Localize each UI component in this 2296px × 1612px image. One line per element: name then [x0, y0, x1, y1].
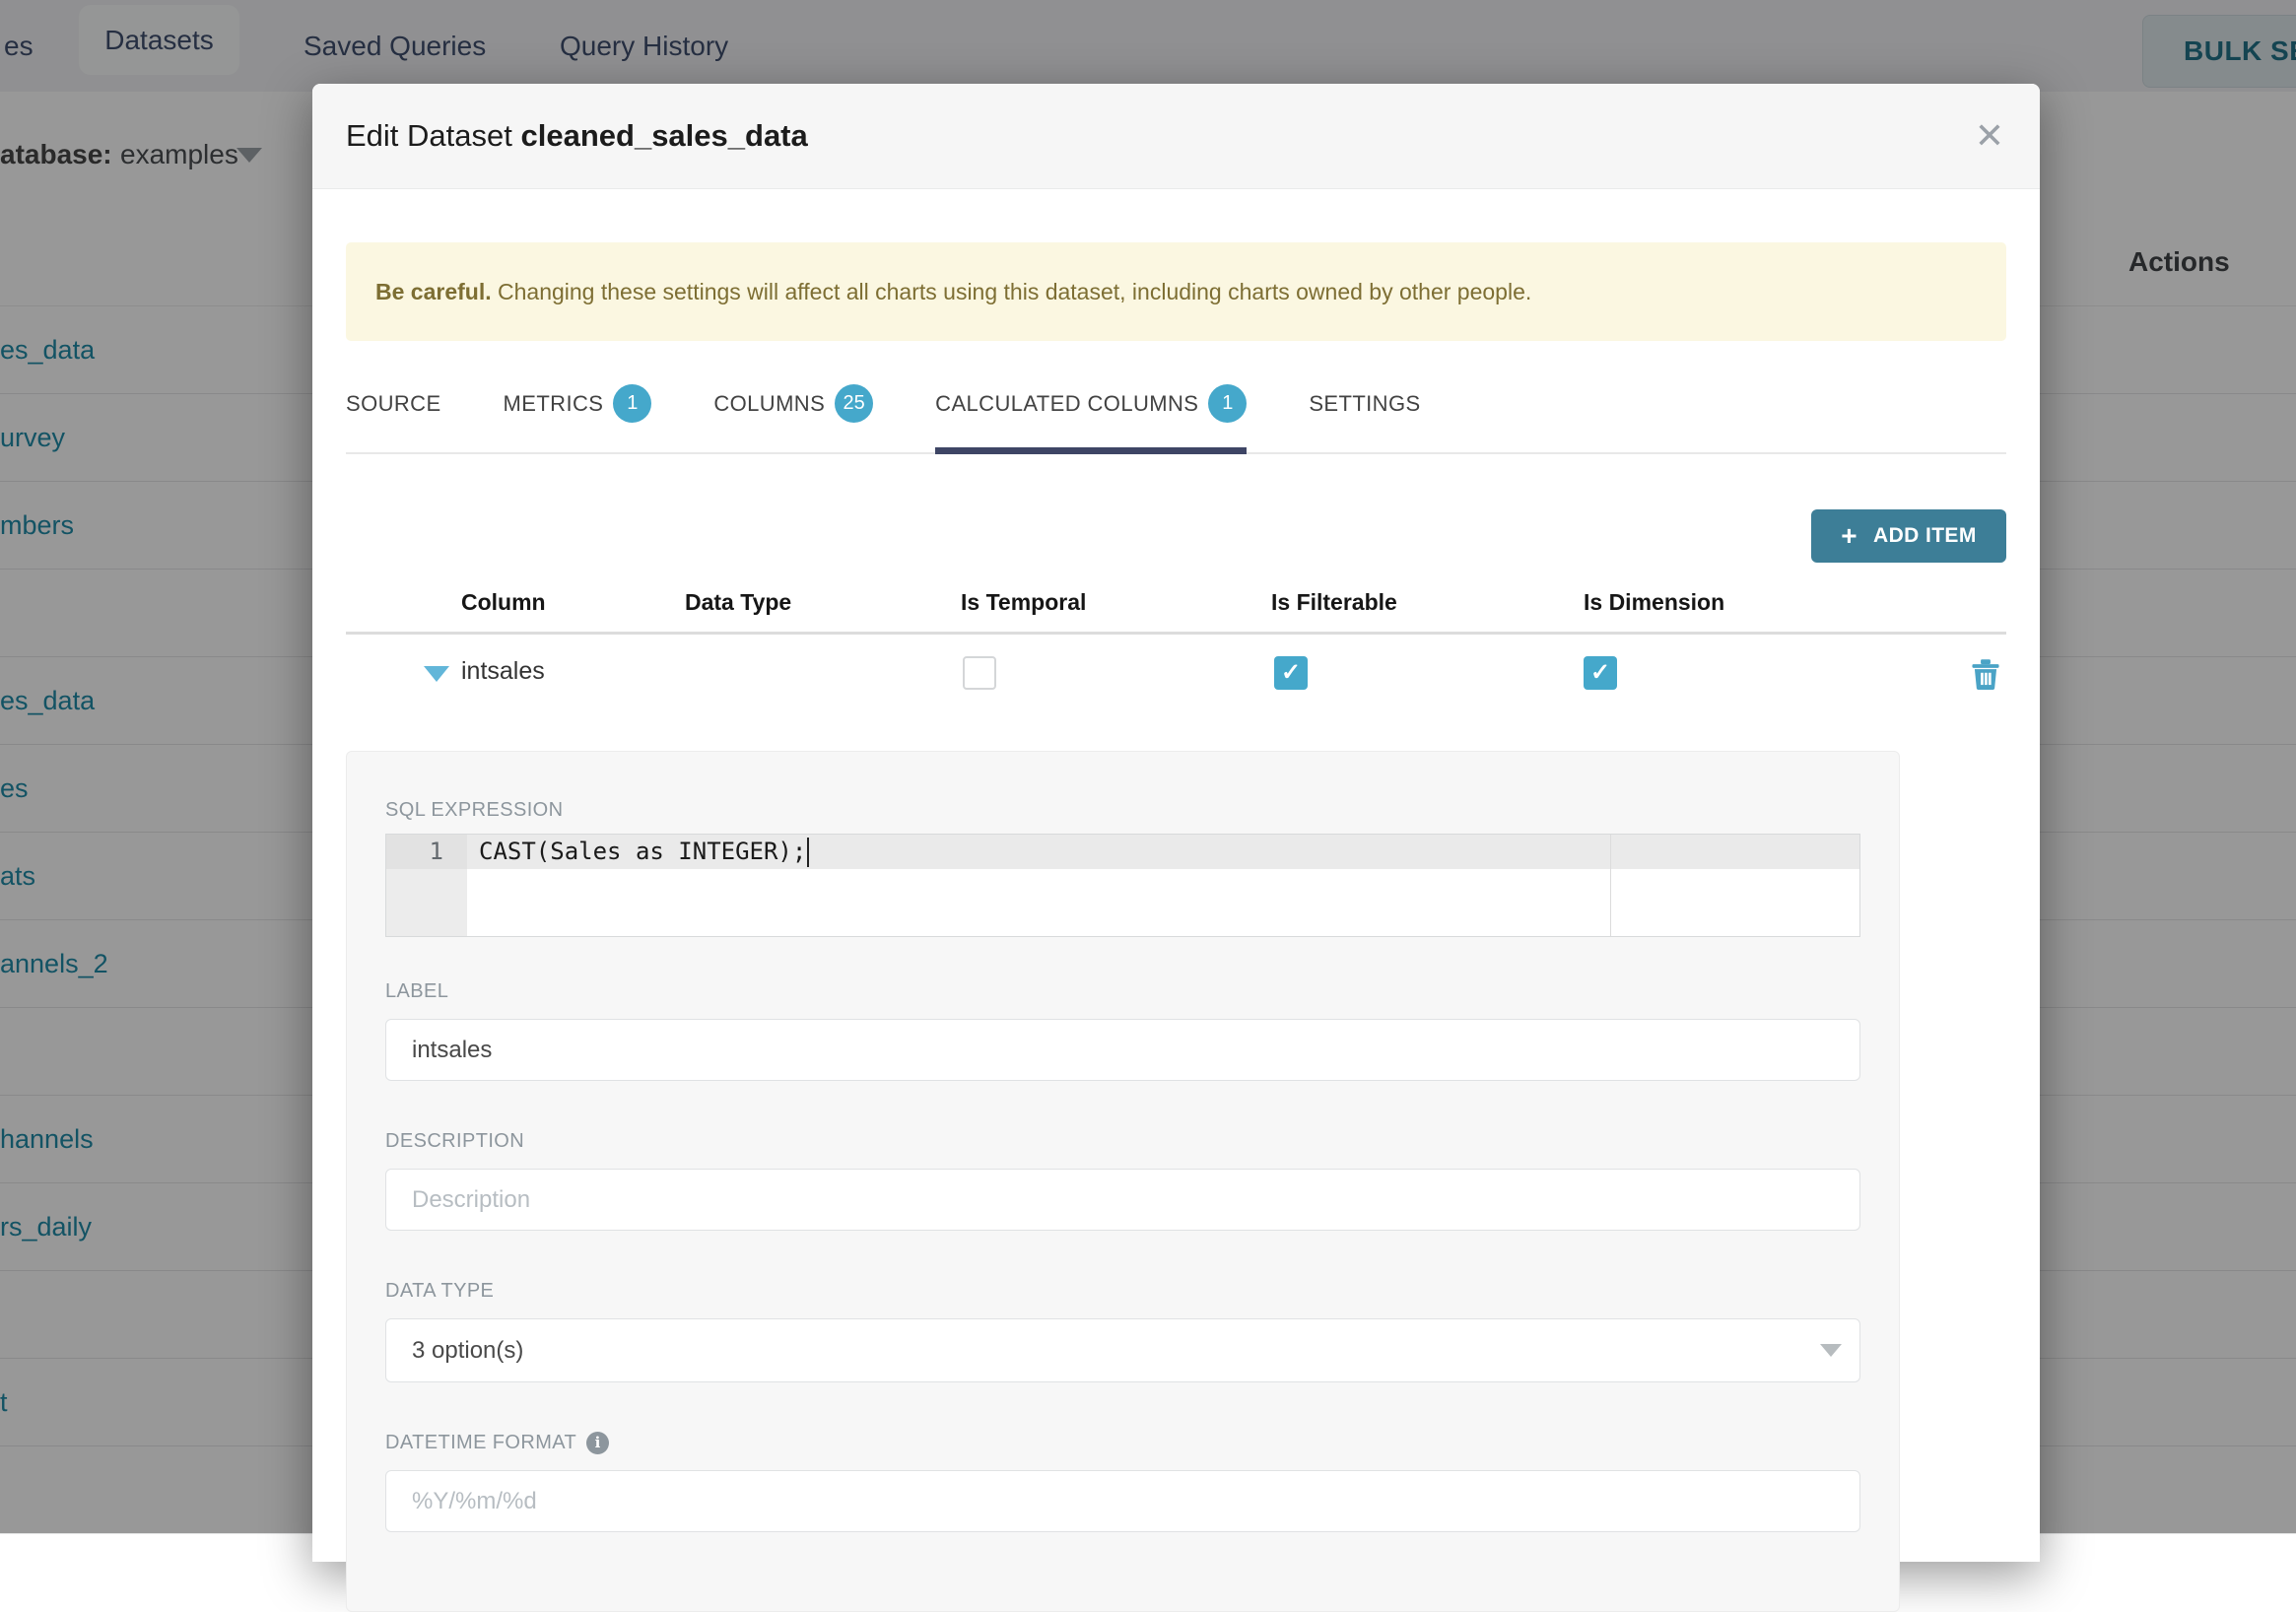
- calculated-column-row: intsales ✓ ✓: [346, 640, 2006, 709]
- sql-code-text: CAST(Sales as INTEGER);: [479, 838, 807, 865]
- description-field-group: DESCRIPTION: [385, 1130, 1860, 1231]
- editor-line-number: 1: [386, 835, 467, 869]
- modal-tabs: SOURCE METRICS 1 COLUMNS 25 CALCULATED C…: [346, 374, 2006, 454]
- warning-banner: Be careful. Changing these settings will…: [346, 242, 2006, 341]
- tab-label: SOURCE: [346, 390, 441, 416]
- tab-count-badge: 25: [835, 384, 874, 423]
- delete-trash-icon[interactable]: [1971, 658, 2000, 690]
- label-field-label: LABEL: [385, 980, 449, 1002]
- warning-bold: Be careful.: [375, 279, 492, 304]
- sql-expression-editor[interactable]: 1 CAST(Sales as INTEGER);: [385, 834, 1860, 937]
- column-header: Is Temporal: [961, 589, 1087, 615]
- add-item-label: ADD ITEM: [1873, 524, 1977, 547]
- modal-title-prefix: Edit Dataset: [346, 118, 512, 153]
- datetime-format-field-group: DATETIME FORMAT i: [385, 1432, 1860, 1532]
- tab-settings[interactable]: SETTINGS: [1309, 374, 1420, 452]
- column-name: intsales: [461, 657, 545, 685]
- add-item-button[interactable]: + ADD ITEM: [1811, 509, 2006, 563]
- datetime-format-label: DATETIME FORMAT i: [385, 1432, 1860, 1454]
- table-header-divider: [346, 632, 2006, 635]
- tab-columns[interactable]: COLUMNS 25: [713, 374, 874, 452]
- plus-icon: +: [1841, 520, 1858, 551]
- tab-label: CALCULATED COLUMNS: [935, 390, 1199, 416]
- label-input[interactable]: [385, 1019, 1860, 1081]
- modal-header: Edit Dataset cleaned_sales_data ✕: [312, 84, 2040, 189]
- columns-table-header: Column Data Type Is Temporal Is Filterab…: [346, 589, 2006, 615]
- label-field-group: LABEL: [385, 980, 1860, 1081]
- tab-calculated-columns[interactable]: CALCULATED COLUMNS 1: [935, 374, 1248, 454]
- datatype-field-label: DATA TYPE: [385, 1280, 495, 1302]
- datatype-selected-value: 3 option(s): [412, 1337, 524, 1364]
- tab-metrics[interactable]: METRICS 1: [504, 374, 652, 452]
- datatype-select[interactable]: 3 option(s): [385, 1318, 1860, 1382]
- modal-body: Be careful. Changing these settings will…: [312, 242, 2040, 1612]
- tab-label: SETTINGS: [1309, 390, 1421, 416]
- is-temporal-checkbox[interactable]: [963, 656, 996, 690]
- tab-label: METRICS: [503, 390, 604, 416]
- datatype-field-group: DATA TYPE 3 option(s): [385, 1280, 1860, 1382]
- sql-expression-label: SQL EXPRESSION: [385, 799, 564, 821]
- column-header: Is Filterable: [1271, 589, 1397, 615]
- datetime-format-label-text: DATETIME FORMAT: [385, 1432, 577, 1453]
- column-detail-panel: SQL EXPRESSION 1 CAST(Sales as INTEGER);…: [346, 751, 1900, 1612]
- add-item-row: + ADD ITEM: [346, 509, 2006, 563]
- description-input[interactable]: [385, 1169, 1860, 1231]
- info-icon: i: [586, 1432, 610, 1454]
- editor-print-margin: [1610, 835, 1611, 936]
- tab-count-badge: 1: [1208, 384, 1248, 423]
- column-header: Column: [461, 589, 546, 615]
- collapse-caret-icon[interactable]: [424, 666, 449, 682]
- description-field-label: DESCRIPTION: [385, 1130, 525, 1152]
- column-header: Data Type: [685, 589, 792, 615]
- editor-cursor: [807, 838, 809, 867]
- datetime-format-input[interactable]: [385, 1470, 1860, 1532]
- close-icon[interactable]: ✕: [1975, 84, 2004, 188]
- modal-title-dataset-name: cleaned_sales_data: [520, 118, 808, 153]
- edit-dataset-modal: Edit Dataset cleaned_sales_data ✕ Be car…: [312, 84, 2040, 1612]
- is-dimension-checkbox[interactable]: ✓: [1584, 656, 1617, 690]
- tab-source[interactable]: SOURCE: [346, 374, 441, 452]
- column-header: Is Dimension: [1584, 589, 1725, 615]
- is-filterable-checkbox[interactable]: ✓: [1274, 656, 1308, 690]
- warning-text: Changing these settings will affect all …: [491, 279, 1532, 304]
- chevron-down-icon: [1820, 1344, 1842, 1357]
- tab-label: COLUMNS: [713, 390, 826, 416]
- modal-title: Edit Dataset cleaned_sales_data: [346, 84, 808, 188]
- tab-count-badge: 1: [613, 384, 652, 423]
